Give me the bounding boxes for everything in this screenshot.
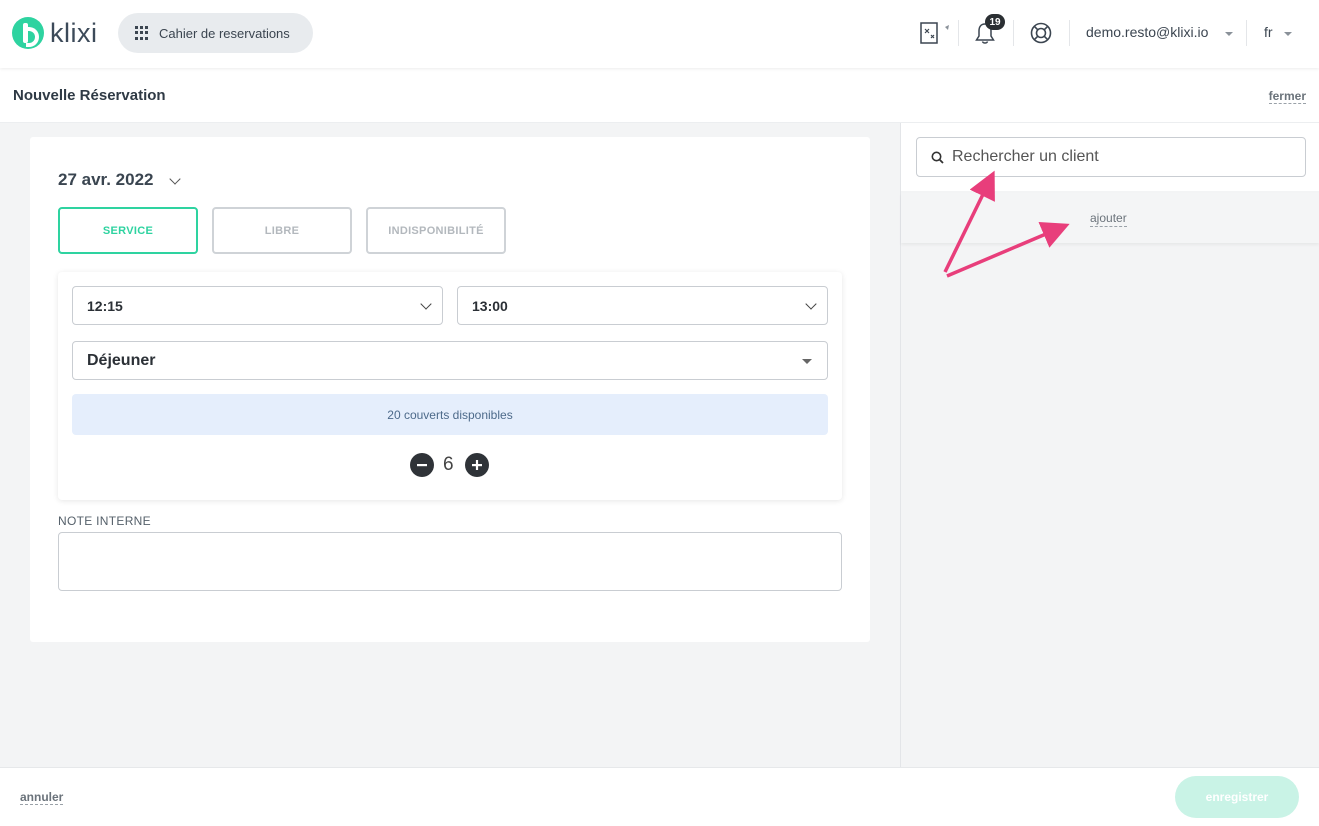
client-search-input[interactable]: Rechercher un client [916,137,1306,177]
user-menu[interactable]: demo.resto@klixi.io [1086,24,1208,40]
klixi-logo[interactable]: klixi [12,15,98,51]
type-indisponibilite-button[interactable]: INDISPONIBILITÉ [366,207,506,254]
lifebuoy-icon [1030,22,1052,44]
start-time-select[interactable]: 12:15 [72,286,443,325]
page-header: Nouvelle Réservation fermer [0,68,1319,123]
covers-count: 6 [443,454,454,475]
chevron-down-icon [420,298,432,310]
app-switcher-button[interactable]: Cahier de reservations [118,13,313,53]
date-selector[interactable]: 27 avr. 2022 [58,170,153,190]
end-time-select[interactable]: 13:00 [457,286,828,325]
internal-note-textarea[interactable] [58,532,842,591]
help-button[interactable] [1028,20,1054,46]
increase-covers-button[interactable] [465,453,489,477]
type-libre-button[interactable]: LIBRE [212,207,352,254]
chevron-down-icon [805,298,817,310]
type-service-button[interactable]: SERVICE [58,207,198,254]
user-menu-caret-icon [1225,32,1233,36]
internal-note-label: NOTE INTERNE [58,514,151,528]
service-value: Déjeuner [87,351,156,369]
caret-down-icon [802,359,812,364]
save-button[interactable]: enregistrer [1175,776,1299,818]
client-search-placeholder: Rechercher un client [952,148,1099,165]
toolbar-divider [1069,20,1070,46]
toolbar-divider [1246,20,1247,46]
start-time-value: 12:15 [87,297,123,314]
cancel-link[interactable]: annuler [20,790,64,805]
search-icon [931,151,944,169]
logo-text: klixi [50,17,98,48]
service-select[interactable]: Déjeuner [72,341,828,380]
language-caret-icon [1284,32,1292,36]
plus-icon [472,460,482,470]
notification-count-badge: 19 [985,14,1005,30]
app-switcher-label: Cahier de reservations [159,25,290,41]
top-bar: klixi Cahier de reservations 19 demo.res… [0,0,1319,68]
toolbar-divider [1013,20,1014,46]
toolbar-divider [958,20,959,46]
decrease-covers-button[interactable] [410,453,434,477]
end-time-value: 13:00 [472,297,508,314]
add-client-link[interactable]: ajouter [1090,211,1127,227]
apps-grid-icon [135,26,149,40]
language-selector[interactable]: fr [1264,24,1273,40]
floor-plan-button[interactable] [918,20,954,46]
page-title: Nouvelle Réservation [13,87,166,104]
close-link[interactable]: fermer [1268,89,1306,104]
availability-banner: 20 couverts disponibles [72,394,828,435]
floor-plan-icon [920,22,949,44]
klixi-logo-mark-icon [12,17,44,49]
minus-icon [417,464,427,467]
footer-bar [0,767,1319,826]
